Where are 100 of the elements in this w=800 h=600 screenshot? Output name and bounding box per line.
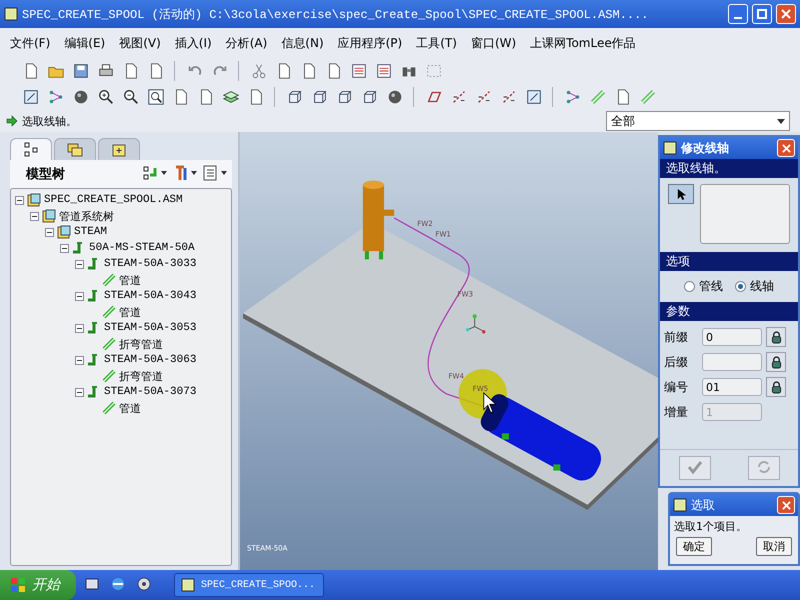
lock-icon	[770, 356, 782, 368]
section-header: 选取线轴。	[660, 159, 798, 178]
status-message: 选取线轴。	[22, 114, 77, 128]
star-folder-icon	[111, 142, 127, 158]
field-label: 编号	[664, 378, 689, 396]
input-field[interactable]: 0	[702, 328, 762, 346]
field-label: 后缀	[664, 354, 689, 370]
tree-item[interactable]: STEAM-50A-3063	[104, 354, 196, 366]
assembly-icon	[27, 193, 41, 207]
dialog-icon	[673, 498, 687, 512]
collapse-toggle-icon[interactable]	[30, 212, 39, 220]
pipe-icon	[102, 337, 116, 351]
arrow-icon	[6, 115, 18, 127]
tree-item[interactable]: 管道	[119, 400, 141, 416]
display-button[interactable]	[202, 165, 228, 183]
lock-button[interactable]	[766, 377, 786, 397]
close-button[interactable]	[777, 496, 795, 514]
lock-icon	[770, 380, 782, 394]
coordinate-axes-icon	[466, 314, 486, 334]
assembly-icon	[42, 209, 56, 223]
section-header: 参数	[660, 302, 798, 321]
mouse-cursor-icon	[483, 392, 497, 414]
dialog-icon	[663, 141, 677, 155]
assembly-icon	[57, 225, 71, 239]
tree-tab[interactable]	[10, 138, 52, 160]
menu-item[interactable]: 编辑(E)	[64, 34, 106, 52]
maximize-icon	[757, 9, 767, 19]
cursor-icon	[676, 188, 686, 200]
tree-item[interactable]: STEAM	[74, 226, 108, 238]
folders-icon	[67, 142, 83, 158]
collapse-toggle-icon[interactable]	[75, 260, 84, 268]
maximize-button[interactable]	[752, 4, 772, 24]
tree-item[interactable]: 50A-MS-STEAM-50A	[89, 242, 195, 254]
collapse-toggle-icon[interactable]	[75, 388, 84, 396]
tree-icon	[23, 142, 39, 158]
star-folder-tab[interactable]	[98, 138, 140, 160]
collapse-toggle-icon[interactable]	[75, 292, 84, 300]
tree-item[interactable]: STEAM-50A-3043	[104, 290, 196, 302]
folders-tab[interactable]	[54, 138, 96, 160]
close-button[interactable]	[777, 139, 795, 157]
collapse-toggle-icon[interactable]	[75, 324, 84, 332]
pipe-icon	[102, 305, 116, 319]
start-button[interactable]: 开始	[0, 570, 76, 600]
window-icon	[4, 7, 18, 21]
field-label: 增量	[664, 404, 689, 420]
close-icon	[782, 144, 790, 152]
tree-filter-icon	[142, 165, 168, 181]
input-field[interactable]	[702, 353, 762, 371]
field-label: 前缀	[664, 328, 689, 346]
dialog-button[interactable]: 确定	[676, 537, 712, 556]
filter-dropdown[interactable]: 全部	[606, 111, 790, 131]
pointer-button[interactable]	[668, 184, 694, 204]
collapse-toggle-icon[interactable]	[60, 244, 69, 252]
dialog-button[interactable]: 取消	[756, 537, 792, 556]
menu-item[interactable]: 文件(F)	[10, 34, 50, 52]
radio-option[interactable]: 线轴	[735, 278, 774, 295]
menu-item[interactable]: 上课网TomLee作品	[530, 34, 636, 52]
tree-item[interactable]: STEAM-50A-3073	[104, 386, 196, 398]
dialog-title: 修改线轴	[681, 140, 730, 156]
tree-item[interactable]: SPEC_CREATE_SPOOL.ASM	[44, 194, 183, 206]
dialog-title: 选取	[691, 496, 716, 514]
lock-icon	[770, 330, 782, 344]
collapse-toggle-icon[interactable]	[15, 196, 24, 204]
menu-item[interactable]: 窗口(W)	[470, 34, 516, 52]
collapse-toggle-icon[interactable]	[45, 228, 54, 236]
lock-button[interactable]	[766, 327, 786, 347]
tree-item[interactable]: 管道	[119, 304, 141, 320]
section-header: 选项	[660, 252, 798, 271]
pipe-icon	[102, 369, 116, 383]
input-field[interactable]: 01	[702, 378, 762, 396]
menu-item[interactable]: 插入(I)	[174, 34, 212, 52]
tree-item[interactable]: STEAM-50A-3033	[104, 258, 196, 270]
menu-item[interactable]: 信息(N)	[281, 34, 324, 52]
tree-item[interactable]: 折弯管道	[119, 368, 163, 384]
list-icon	[202, 165, 228, 181]
collapse-toggle-icon[interactable]	[75, 356, 84, 364]
minimize-button[interactable]	[728, 4, 748, 24]
tree-item[interactable]: 管道	[119, 272, 141, 288]
window-icon	[181, 578, 195, 592]
window-title: SPEC_CREATE_SPOOL (活动的) C:\3cola\exercise\spec_Create_Spool\SPEC_CREATE_SPOOL.ASM....	[22, 6, 650, 22]
radio-option[interactable]: 管线	[684, 278, 723, 295]
pipe-icon	[102, 273, 116, 287]
close-button[interactable]	[776, 4, 796, 24]
refresh-icon	[756, 460, 772, 474]
panel-title: 模型树	[26, 166, 65, 183]
close-icon	[781, 9, 791, 19]
windows-logo-icon	[10, 577, 26, 593]
check-icon	[686, 460, 702, 474]
minimize-icon	[734, 17, 742, 19]
menu-item[interactable]: 应用程序(P)	[338, 34, 402, 52]
tree-item[interactable]: STEAM-50A-3053	[104, 322, 196, 334]
menu-item[interactable]: 工具(T)	[416, 34, 457, 52]
tree-item[interactable]: 管道系统树	[59, 208, 114, 224]
pipe-icon	[102, 401, 116, 415]
close-icon	[782, 500, 790, 510]
lock-button[interactable]	[766, 352, 786, 372]
taskbar-window-button[interactable]: SPEC_CREATE_SPOO...	[174, 573, 324, 597]
menu-item[interactable]: 分析(A)	[226, 34, 268, 52]
tree-item[interactable]: 折弯管道	[119, 336, 163, 352]
menu-item[interactable]: 视图(V)	[119, 34, 161, 52]
